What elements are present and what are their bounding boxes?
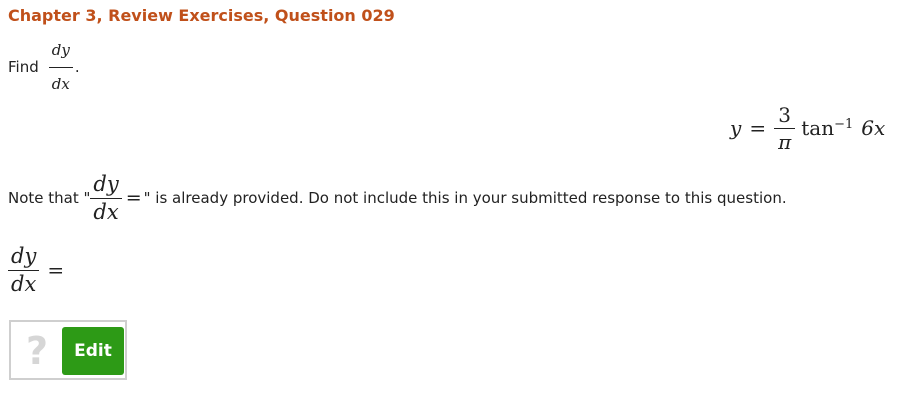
- note-suffix: " is already provided. Do not include th…: [143, 189, 787, 207]
- note-derivative-denominator: dx: [93, 199, 119, 224]
- page-title: Chapter 3, Review Exercises, Question 02…: [8, 6, 395, 25]
- question-mark-icon: ?: [26, 329, 49, 373]
- derivative-numerator: dy: [51, 40, 70, 59]
- answer-derivative-denominator: dx: [11, 271, 37, 296]
- edit-button[interactable]: Edit: [62, 327, 124, 375]
- coefficient-fraction: 3 π: [774, 102, 796, 154]
- given-equation: y = 3 π tan −1 6x: [730, 100, 885, 156]
- equation-lhs: y: [730, 116, 742, 140]
- answer-equals: =: [47, 258, 65, 282]
- equation-equals: =: [749, 116, 767, 140]
- answer-derivative-fraction: dy dx: [8, 243, 40, 296]
- function-argument: 6x: [861, 116, 886, 140]
- find-label: Find: [8, 58, 39, 76]
- note-derivative-fraction: dy dx: [90, 171, 122, 224]
- answer-derivative-numerator: dy: [11, 243, 37, 268]
- note-derivative-numerator: dy: [93, 171, 119, 196]
- instruction-note: Note that " dy dx = " is already provide…: [8, 170, 787, 226]
- function-exponent: −1: [834, 116, 854, 132]
- answer-prefix: dy dx =: [8, 242, 64, 298]
- note-prefix: Note that ": [8, 189, 91, 207]
- question-prompt: Find dy dx .: [8, 38, 80, 96]
- derivative-denominator: dx: [51, 74, 70, 93]
- coefficient-denominator: π: [778, 129, 792, 154]
- function-name: tan: [801, 116, 835, 140]
- derivative-fraction: dy dx: [48, 40, 73, 93]
- note-equals: =: [125, 187, 142, 209]
- prompt-period: .: [74, 58, 80, 76]
- coefficient-numerator: 3: [778, 102, 792, 127]
- answer-editor[interactable]: ? Edit: [9, 320, 127, 380]
